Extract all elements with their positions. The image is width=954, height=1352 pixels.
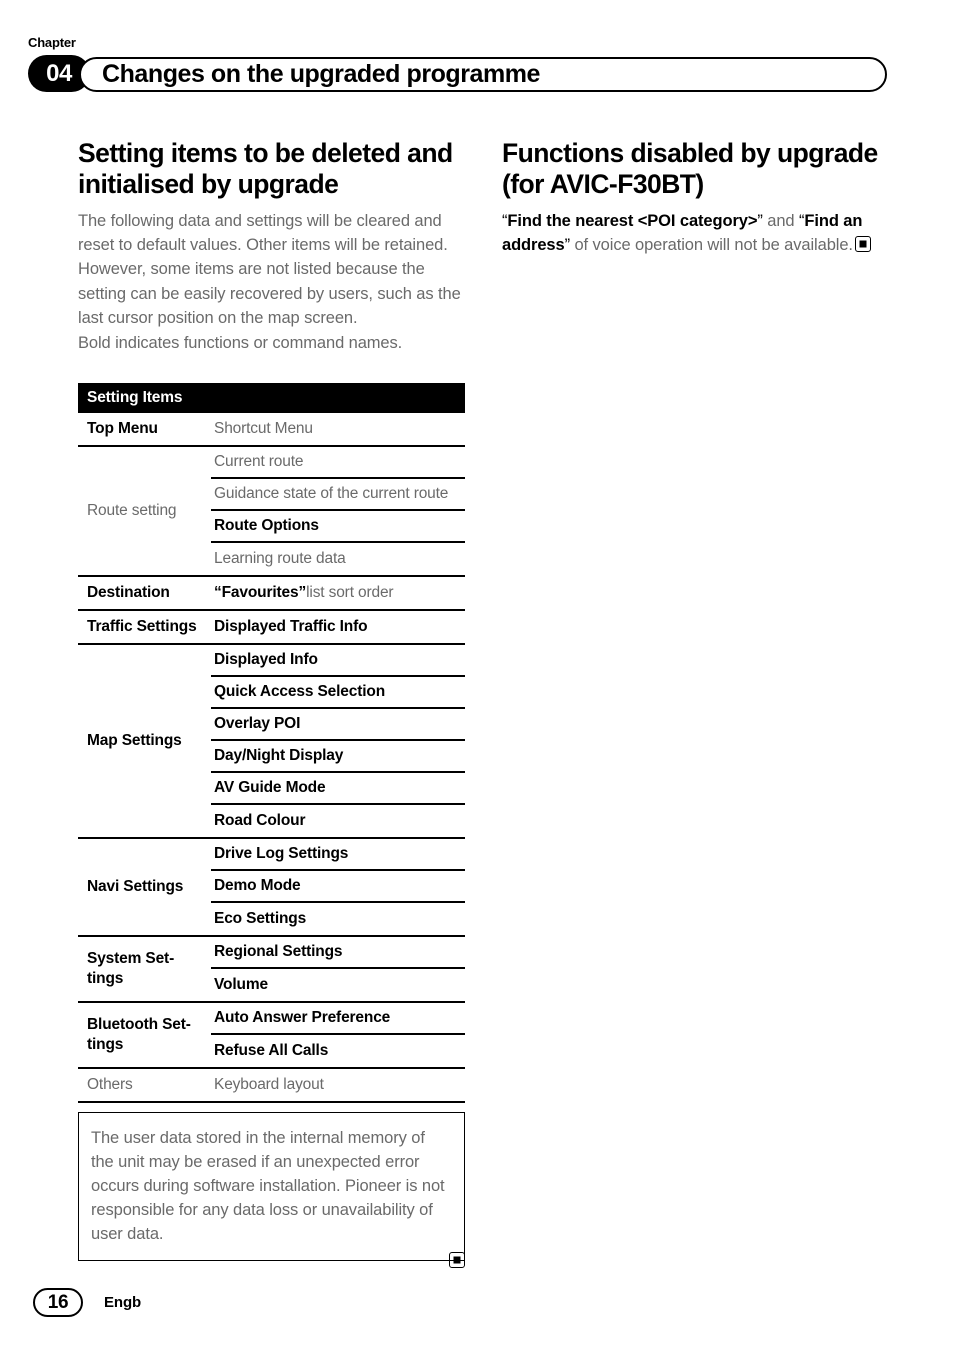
table-row: Bluetooth Set-tings Auto Answer Preferenc…	[78, 1003, 465, 1069]
table-category-cell: System Set-tings	[87, 949, 175, 987]
page-number-badge: 16	[33, 1288, 83, 1317]
table-item-cell: Refuse All Calls	[214, 1042, 329, 1059]
caution-note-box: The user data stored in the internal mem…	[78, 1112, 465, 1262]
table-row: Top Menu Shortcut Menu	[78, 413, 465, 447]
table-item-cell: “Favourites” list sort order	[211, 577, 465, 609]
table-item-cell: Keyboard layout	[214, 1076, 324, 1093]
table-item-cell: Learning route data	[214, 550, 346, 567]
table-row: System Set-tings Regional Settings Volume	[78, 937, 465, 1003]
chapter-title-banner: Changes on the upgraded programme	[79, 57, 887, 92]
table-category-cell: Traffic Settings	[87, 617, 197, 635]
table-item-cell: Day/Night Display	[211, 741, 465, 773]
table-row: Route setting Current route Guidance state…	[78, 447, 465, 577]
conjunction-text: and	[762, 211, 799, 230]
table-item-list: Shortcut Menu	[211, 413, 465, 445]
chapter-title: Changes on the upgraded programme	[102, 60, 540, 88]
right-paragraph: “Find the nearest <POI category>” and “F…	[502, 209, 892, 258]
table-row: Destination “Favourites” list sort order	[78, 577, 465, 611]
table-item-text-fragment: Favourites	[221, 584, 299, 601]
left-section-heading: Setting items to be deleted and initiali…	[78, 138, 453, 200]
table-item-list: Drive Log Settings Demo Mode Eco Settings	[211, 839, 465, 935]
left-paragraph-1: The following data and settings will be …	[78, 211, 461, 328]
table-item-cell: Overlay POI	[211, 709, 465, 741]
table-item-cell: Eco Settings	[214, 910, 307, 927]
right-column: Functions disabled by upgrade (for AVIC-…	[502, 138, 892, 257]
footer-language-code: Engb	[104, 1294, 142, 1311]
table-item-cell: Current route	[211, 447, 465, 479]
table-category-cell: Navi Settings	[87, 877, 184, 895]
table-item-list: Keyboard layout	[211, 1069, 465, 1101]
table-row: Navi Settings Drive Log Settings Demo Mode…	[78, 839, 465, 937]
table-item-list: Auto Answer Preference Refuse All Calls	[211, 1003, 465, 1067]
table-item-cell: AV Guide Mode	[211, 773, 465, 805]
table-row: Traffic Settings Displayed Traffic Info	[78, 611, 465, 645]
left-paragraph-2: Bold indicates functions or command name…	[78, 333, 403, 352]
table-item-cell: Guidance state of the current route	[211, 479, 465, 511]
table-item-cell: Quick Access Selection	[211, 677, 465, 709]
table-category-cell: Destination	[87, 583, 170, 601]
caution-note-text: The user data stored in the internal mem…	[91, 1129, 445, 1244]
table-row: Others Keyboard layout	[78, 1069, 465, 1103]
table-item-list: Displayed Info Quick Access Selection Over…	[211, 645, 465, 837]
table-item-cell: Auto Answer Preference	[211, 1003, 465, 1035]
table-item-text-fragment: list sort order	[306, 584, 394, 601]
right-section-heading: Functions disabled by upgrade (for AVIC-…	[502, 138, 878, 200]
left-column: Setting items to be deleted and initiali…	[78, 138, 465, 355]
table-item-list: “Favourites” list sort order	[211, 577, 465, 609]
chapter-label: Chapter	[28, 35, 76, 50]
end-of-section-marker-icon	[854, 235, 871, 252]
table-item-cell: Volume	[214, 976, 268, 993]
table-header-setting-items: Setting Items	[78, 383, 465, 413]
table-item-cell: Drive Log Settings	[211, 839, 465, 871]
table-category-cell: Route setting	[87, 501, 177, 519]
table-category-cell: Top Menu	[87, 419, 158, 437]
table-row: Map Settings Displayed Info Quick Access S…	[78, 645, 465, 839]
table-item-cell: Demo Mode	[211, 871, 465, 903]
table-item-cell: Displayed Traffic Info	[214, 618, 368, 635]
settings-table: Setting Items Top Menu Shortcut Menu Route…	[78, 383, 465, 1103]
table-item-cell: Regional Settings	[211, 937, 465, 969]
table-category-cell: Others	[87, 1075, 133, 1093]
table-category-cell: Bluetooth Set-tings	[87, 1015, 191, 1053]
table-category-cell: Map Settings	[87, 731, 182, 749]
table-item-cell: Shortcut Menu	[214, 420, 313, 437]
end-of-page-marker-icon	[449, 1252, 465, 1268]
bold-phrase-find-nearest-poi: Find the nearest <POI category>	[507, 211, 758, 230]
table-item-text-fragment: “	[214, 584, 222, 601]
table-item-text-fragment: ”	[298, 584, 307, 601]
table-item-list: Current route Guidance state of the curre…	[211, 447, 465, 575]
table-item-cell: Road Colour	[214, 812, 306, 829]
table-item-cell: Displayed Info	[211, 645, 465, 677]
page-footer: 16 Engb	[33, 1288, 141, 1317]
table-body: Top Menu Shortcut Menu Route setting Curren…	[78, 413, 465, 1103]
table-item-list: Regional Settings Volume	[211, 937, 465, 1001]
table-item-cell: Route Options	[211, 511, 465, 543]
table-item-list: Displayed Traffic Info	[211, 611, 465, 643]
right-paragraph-tail: of voice operation will not be available…	[570, 235, 853, 254]
